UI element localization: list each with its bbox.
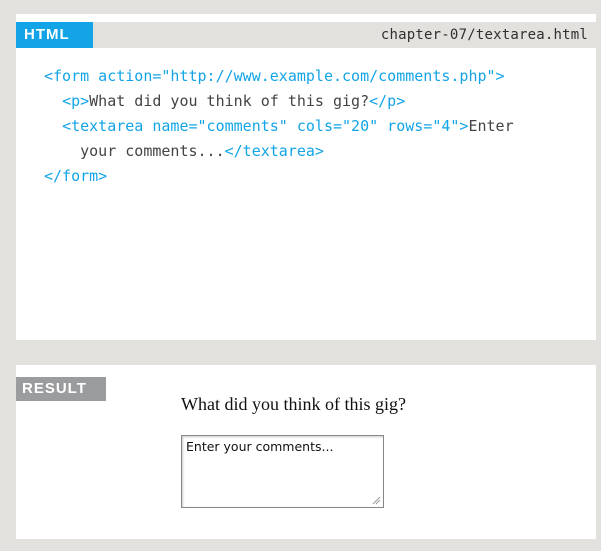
code-tag-token: <form action="http://www.example.com/com…: [44, 67, 505, 85]
textarea-value: Enter your comments...: [186, 439, 334, 454]
code-line: <p>What did you think of this gig?</p>: [44, 89, 588, 114]
code-text-token: Enter: [468, 117, 514, 135]
form-question: What did you think of this gig?: [181, 394, 406, 414]
html-label-tag: HTML: [16, 22, 93, 48]
code-line: your comments...</textarea>: [44, 139, 588, 164]
code-line: </form>: [44, 164, 588, 189]
result-label-tag: RESULT: [16, 377, 106, 401]
code-tag-token: </form>: [44, 167, 108, 185]
code-tag-token: <textarea name="comments" cols="20" rows…: [62, 117, 469, 135]
code-line: <textarea name="comments" cols="20" rows…: [44, 114, 588, 139]
code-tag-token: </p>: [369, 92, 406, 110]
result-form: What did you think of this gig? Enter yo…: [181, 393, 406, 508]
code-text-token: What did you think of this gig?: [89, 92, 370, 110]
code-header-bar: HTML chapter-07/textarea.html: [16, 22, 596, 48]
code-filename: chapter-07/textarea.html: [380, 27, 588, 43]
code-listing: <form action="http://www.example.com/com…: [44, 64, 588, 189]
code-text-token: your comments...: [44, 142, 225, 160]
resize-grip-icon[interactable]: [372, 496, 381, 505]
code-tag-token: <p>: [62, 92, 90, 110]
code-tag-token: </textarea>: [224, 142, 324, 160]
html-code-panel: HTML chapter-07/textarea.html <form acti…: [0, 14, 601, 340]
result-panel: RESULT What did you think of this gig? E…: [0, 365, 601, 539]
comments-textarea[interactable]: Enter your comments...: [181, 435, 384, 508]
code-line: <form action="http://www.example.com/com…: [44, 64, 588, 89]
